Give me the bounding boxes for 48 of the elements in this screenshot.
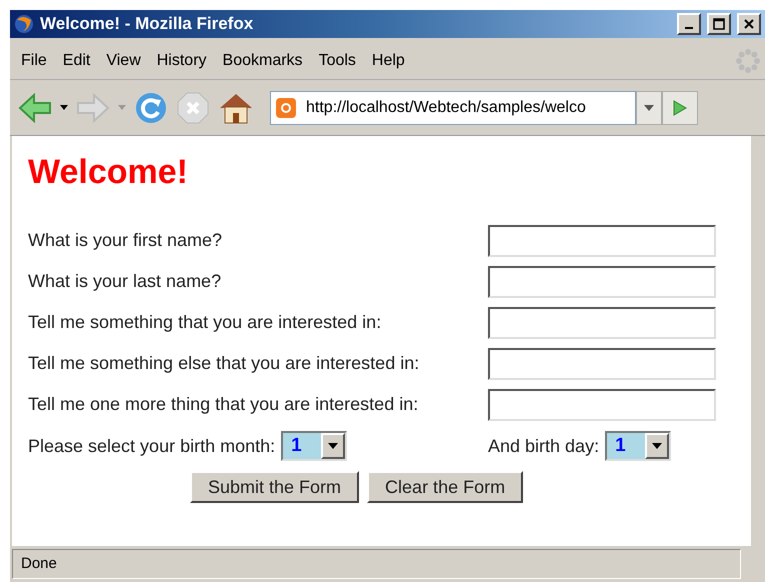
field-label: Tell me one more thing that you are interested in: — [28, 393, 420, 416]
maximize-icon — [713, 18, 725, 30]
site-icon — [276, 98, 296, 118]
submit-button[interactable]: Submit the Form — [190, 471, 360, 503]
menu-item[interactable]: Tools — [312, 48, 363, 72]
caret-icon — [321, 433, 346, 459]
close-icon — [743, 18, 755, 30]
month-label: Please select your birth month: — [28, 434, 276, 458]
day-label: And birth day: — [488, 434, 600, 458]
status-text: Done — [21, 554, 57, 574]
month-select[interactable]: 1 — [281, 431, 348, 461]
field-label: What is your last name? — [28, 270, 222, 293]
maximize-button[interactable] — [707, 13, 731, 35]
go-button[interactable] — [662, 90, 698, 124]
menu-item[interactable]: Edit — [56, 48, 98, 72]
page-heading: Welcome! — [28, 152, 189, 193]
throbber-icon — [735, 48, 761, 74]
field-label: What is your first name? — [28, 229, 224, 252]
text-field[interactable] — [488, 348, 716, 380]
month-select[interactable]: 1 — [605, 431, 672, 461]
menu-item[interactable]: Bookmarks — [216, 48, 310, 72]
menu-item[interactable]: History — [150, 48, 214, 72]
text-field[interactable] — [488, 266, 716, 298]
forward-arrow-icon — [76, 92, 110, 122]
menu-item[interactable]: View — [99, 48, 148, 72]
text-field[interactable] — [488, 224, 716, 256]
text-field[interactable] — [488, 388, 716, 420]
dropdown-icon — [118, 105, 126, 110]
clear-button[interactable]: Clear the Form — [367, 471, 524, 503]
caret-icon — [644, 104, 654, 110]
address-field[interactable]: http://localhost/Webtech/samples/welco — [270, 90, 636, 124]
play-icon — [673, 100, 687, 116]
caret-icon — [645, 433, 670, 459]
reload-icon[interactable] — [134, 90, 168, 124]
url-text: http://localhost/Webtech/samples/welco — [306, 98, 587, 118]
stop-icon — [176, 90, 210, 124]
window-title: Welcome! - Mozilla Firefox — [40, 13, 254, 36]
field-label: Tell me something else that you are interested in: — [28, 352, 420, 375]
text-field[interactable] — [488, 306, 716, 338]
close-button[interactable] — [737, 13, 761, 35]
minimize-icon — [685, 27, 693, 29]
minimize-button[interactable] — [677, 13, 701, 35]
menu-item[interactable]: File — [14, 48, 54, 72]
dropdown-icon[interactable] — [60, 105, 68, 110]
history-dropdown-button[interactable] — [636, 90, 662, 124]
menu-item[interactable]: Help — [364, 48, 412, 72]
field-label: Tell me something that you are interested in: — [28, 311, 382, 334]
globe-icon — [14, 14, 34, 34]
